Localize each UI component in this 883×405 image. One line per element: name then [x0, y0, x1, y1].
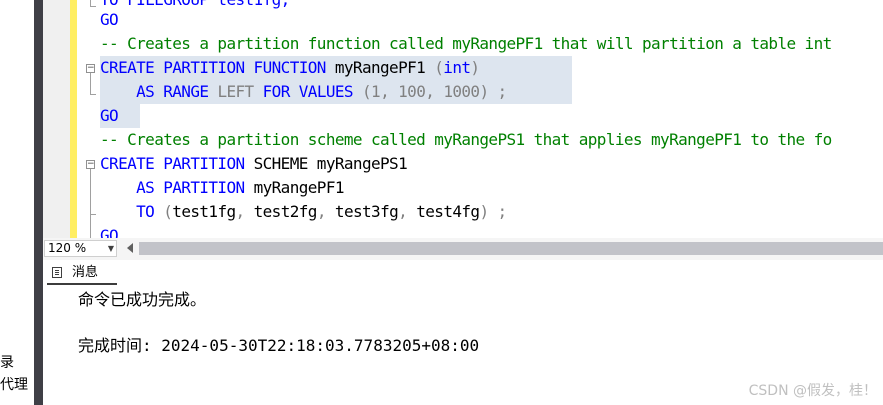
code-text: GO	[100, 10, 119, 29]
code-keyword: CREATE PARTITION FUNCTION	[100, 58, 326, 77]
code-operator: (	[434, 58, 444, 77]
object-explorer-item-agent-fragment[interactable]: 代理	[0, 374, 28, 394]
code-line: GO	[100, 224, 119, 238]
code-text: TO FILEGROUP test1fg,	[100, 0, 290, 9]
message-success: 命令已成功完成。	[78, 290, 207, 309]
code-identifier	[100, 82, 136, 101]
messages-icon	[52, 267, 62, 278]
change-tracking-margin	[70, 0, 77, 238]
code-identifier: test1fg	[172, 202, 236, 221]
code-identifier	[100, 178, 136, 197]
collapse-icon[interactable]: −	[86, 64, 95, 73]
object-explorer-item-fragment[interactable]: 录	[0, 352, 14, 372]
code-keyword: AS PARTITION	[136, 178, 245, 197]
zoom-value: 120 %	[48, 241, 87, 255]
horizontal-scrollbar-thumb[interactable]	[139, 242, 883, 255]
fold-guide-end	[90, 6, 96, 7]
fold-guide-end	[90, 94, 96, 95]
code-line: GO	[100, 104, 119, 128]
code-operator: )	[470, 58, 480, 77]
object-explorer-panel: 录 代理	[0, 0, 34, 405]
code-keyword: AS RANGE	[136, 82, 209, 101]
code-text: GO	[100, 226, 119, 238]
code-keyword: int	[443, 58, 471, 77]
code-identifier	[100, 202, 136, 221]
zoom-dropdown[interactable]: 120 % ▼	[44, 240, 117, 257]
tab-messages[interactable]: 消息	[47, 262, 117, 285]
code-identifier: myRangePF1	[325, 58, 435, 77]
code-identifier: test3fg	[334, 202, 399, 221]
fold-guide-end	[90, 214, 96, 215]
tab-messages-label: 消息	[72, 265, 99, 280]
code-keyword: CREATE PARTITION	[100, 154, 245, 173]
code-comment: -- Creates a partition scheme called myR…	[100, 130, 832, 149]
results-tab-bar: 消息	[43, 260, 883, 286]
code-operator: ) ;	[479, 202, 507, 221]
code-line: AS RANGE LEFT FOR VALUES (1, 100, 1000) …	[100, 80, 507, 104]
dropdown-arrow-icon[interactable]: ▼	[108, 241, 114, 256]
code-line: GO	[100, 8, 119, 32]
code-line: -- Creates a partition scheme called myR…	[100, 128, 832, 152]
code-identifier: test4fg	[416, 202, 480, 221]
code-operator: ,	[235, 202, 254, 221]
code-identifier: SCHEME myRangePS1	[244, 154, 408, 173]
watermark: CSDN @假发，桂！	[748, 383, 877, 399]
code-text: GO	[100, 106, 119, 125]
code-operator: (	[154, 202, 173, 221]
code-line: TO FILEGROUP test1fg,	[100, 0, 290, 12]
code-identifier	[254, 82, 263, 101]
code-keyword: TO	[136, 202, 155, 221]
code-line: CREATE PARTITION FUNCTION myRangePF1 (in…	[100, 56, 480, 80]
editor-selection-margin	[43, 0, 70, 238]
code-identifier: test2fg	[253, 202, 318, 221]
code-identifier: myRangePF1	[244, 178, 345, 197]
code-operator: ,	[398, 202, 417, 221]
message-completion-time: 完成时间: 2024-05-30T22:18:03.7783205+08:00	[78, 336, 480, 355]
code-keyword: FOR VALUES	[262, 82, 354, 101]
scroll-left-arrow-icon[interactable]	[127, 243, 133, 253]
collapse-icon[interactable]: −	[86, 160, 95, 169]
fold-guide-line	[90, 73, 91, 94]
code-operator: (1, 100, 1000) ;	[352, 82, 507, 101]
code-line: CREATE PARTITION SCHEME myRangePS1	[100, 152, 408, 176]
code-comment: -- Creates a partition function called m…	[100, 34, 832, 53]
code-operator: LEFT	[217, 82, 254, 101]
editor-status-bar: 120 % ▼	[43, 238, 883, 260]
code-line: -- Creates a partition function called m…	[100, 32, 832, 56]
code-operator: ,	[316, 202, 335, 221]
code-line: AS PARTITION myRangePF1	[100, 176, 344, 200]
panel-splitter[interactable]	[34, 0, 43, 405]
query-editor[interactable]: − − TO FILEGROUP test1fg, GO -- Creates …	[43, 0, 883, 238]
code-line: TO (test1fg, test2fg, test3fg, test4fg) …	[100, 200, 507, 224]
fold-guide-line	[90, 169, 91, 238]
